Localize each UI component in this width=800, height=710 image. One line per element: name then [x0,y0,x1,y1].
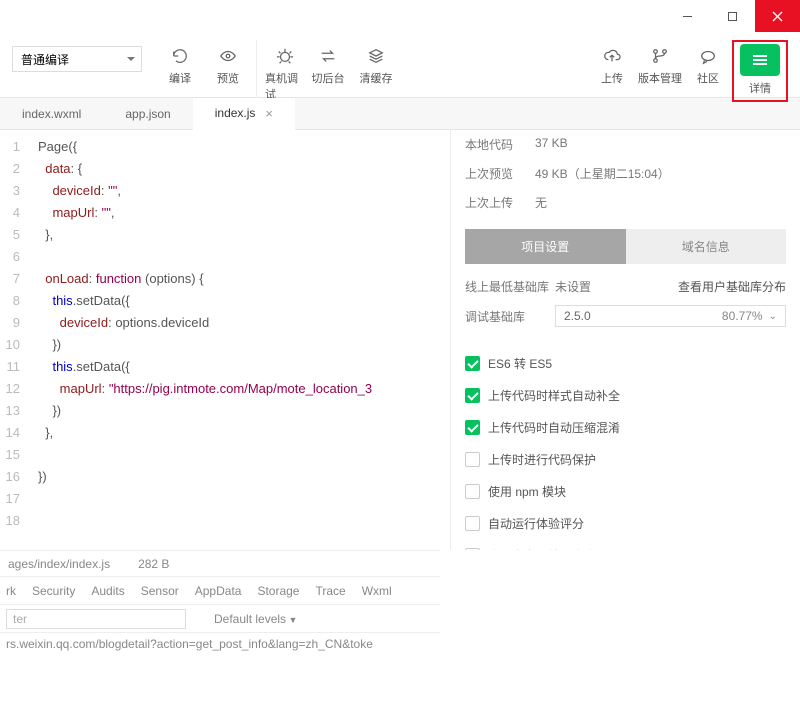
window-close-button[interactable] [755,0,800,32]
debug-lib-label: 调试基础库 [465,308,555,325]
tab-project-settings[interactable]: 项目设置 [465,229,626,264]
project-options-list: ES6 转 ES5 上传代码时样式自动补全 上传代码时自动压缩混淆 上传时进行代… [465,341,786,550]
debug-lib-percent: 80.77% [722,309,763,323]
online-lib-value: 未设置 [555,278,591,295]
branch-icon [651,46,669,66]
compile-button[interactable]: 编译 [156,40,204,102]
community-button[interactable]: 社区 [684,40,732,102]
code-content: Page({ data: { deviceId: "", mapUrl: "",… [28,130,450,550]
check-label: 上传代码时样式自动补全 [488,387,620,405]
debug-lib-select[interactable]: 2.5.0 80.77% ⌄ [555,305,786,327]
checkbox-custom-command[interactable] [465,548,480,550]
window-titlebar [0,0,800,32]
devtools-tabs: rk Security Audits Sensor AppData Storag… [0,576,440,604]
devtab-sensor[interactable]: Sensor [141,584,179,598]
project-details-panel: 本地代码37 KB 上次预览49 KB（上星期二15:04） 上次上传无 项目设… [450,130,800,550]
checkbox-style-autocomplete[interactable] [465,388,480,403]
last-upload-value: 无 [535,194,547,211]
preview-button[interactable]: 预览 [204,40,252,102]
console-url-text: rs.weixin.qq.com/blogdetail?action=get_p… [6,637,373,651]
status-file-path: ages/index/index.js [8,557,110,571]
checkbox-code-protect[interactable] [465,452,480,467]
editor-tabs: index.wxml app.json index.js× [0,98,800,130]
chevron-down-icon: ⌄ [769,311,777,322]
bug-icon [276,46,294,66]
compile-mode-label: 普通编译 [21,51,69,68]
check-label: 自动运行体验评分 [488,515,584,533]
background-button[interactable]: 切后台 [304,40,352,102]
remote-debug-button[interactable]: 真机调试 [256,40,304,102]
compile-mode-select[interactable]: 普通编译 [12,46,142,72]
tab-index-js[interactable]: index.js× [193,98,295,130]
layers-icon [367,46,385,66]
devtab-wxml[interactable]: Wxml [362,584,392,598]
check-label: 使用 npm 模块 [488,483,566,501]
clear-cache-button[interactable]: 清缓存 [352,40,400,102]
devtab-appdata[interactable]: AppData [195,584,242,598]
local-code-value: 37 KB [535,136,568,153]
window-minimize-button[interactable] [665,0,710,32]
line-gutter: 123456789101112131415161718 [0,130,28,550]
devtab-security[interactable]: Security [32,584,75,598]
tab-close-icon[interactable]: × [265,106,273,121]
check-label: 启用自定义处理命令 [488,547,596,550]
status-file-size: 282 B [138,557,169,571]
details-button-wrap: 详情 [732,40,788,102]
last-upload-label: 上次上传 [465,194,535,211]
version-button[interactable]: 版本管理 [636,40,684,102]
online-lib-label: 线上最低基础库 [465,278,555,295]
tab-domain-info[interactable]: 域名信息 [626,229,787,264]
settings-segment: 项目设置 域名信息 [465,229,786,264]
devtab-network[interactable]: rk [6,584,16,598]
code-editor[interactable]: 123456789101112131415161718 Page({ data:… [0,130,450,550]
cloud-upload-icon [603,46,621,66]
devtab-audits[interactable]: Audits [91,584,124,598]
checkbox-es6[interactable] [465,356,480,371]
console-filter-row: Default levels [0,604,440,632]
checkbox-audit[interactable] [465,516,480,531]
check-label: 上传时进行代码保护 [488,451,596,469]
console-levels-select[interactable]: Default levels [214,612,297,626]
checkbox-npm[interactable] [465,484,480,499]
devtab-storage[interactable]: Storage [257,584,299,598]
chat-icon [699,46,717,66]
upload-button[interactable]: 上传 [588,40,636,102]
last-preview-label: 上次预览 [465,165,535,182]
view-distribution-link[interactable]: 查看用户基础库分布 [678,278,786,295]
tab-app-json[interactable]: app.json [103,98,192,129]
check-label: ES6 转 ES5 [488,355,552,373]
toolbar: 普通编译 编译 预览 真机调试 切后台 清缓存 上传 版本管理 社区 详情 [0,32,800,98]
eye-icon [219,46,237,66]
debug-lib-value: 2.5.0 [564,309,591,323]
devtab-trace[interactable]: Trace [315,584,345,598]
window-maximize-button[interactable] [710,0,755,32]
details-button[interactable] [740,44,780,76]
checkbox-auto-compress[interactable] [465,420,480,435]
details-label: 详情 [749,80,771,96]
check-label: 上传代码时自动压缩混淆 [488,419,620,437]
last-preview-value: 49 KB（上星期二15:04） [535,165,670,182]
tab-index-wxml[interactable]: index.wxml [0,98,103,129]
menu-icon [751,53,769,67]
status-bar: ages/index/index.js 282 B [0,550,440,576]
console-filter-input[interactable] [6,609,186,629]
refresh-icon [171,46,189,66]
local-code-label: 本地代码 [465,136,535,153]
console-output: rs.weixin.qq.com/blogdetail?action=get_p… [0,632,440,655]
switch-icon [319,46,337,66]
